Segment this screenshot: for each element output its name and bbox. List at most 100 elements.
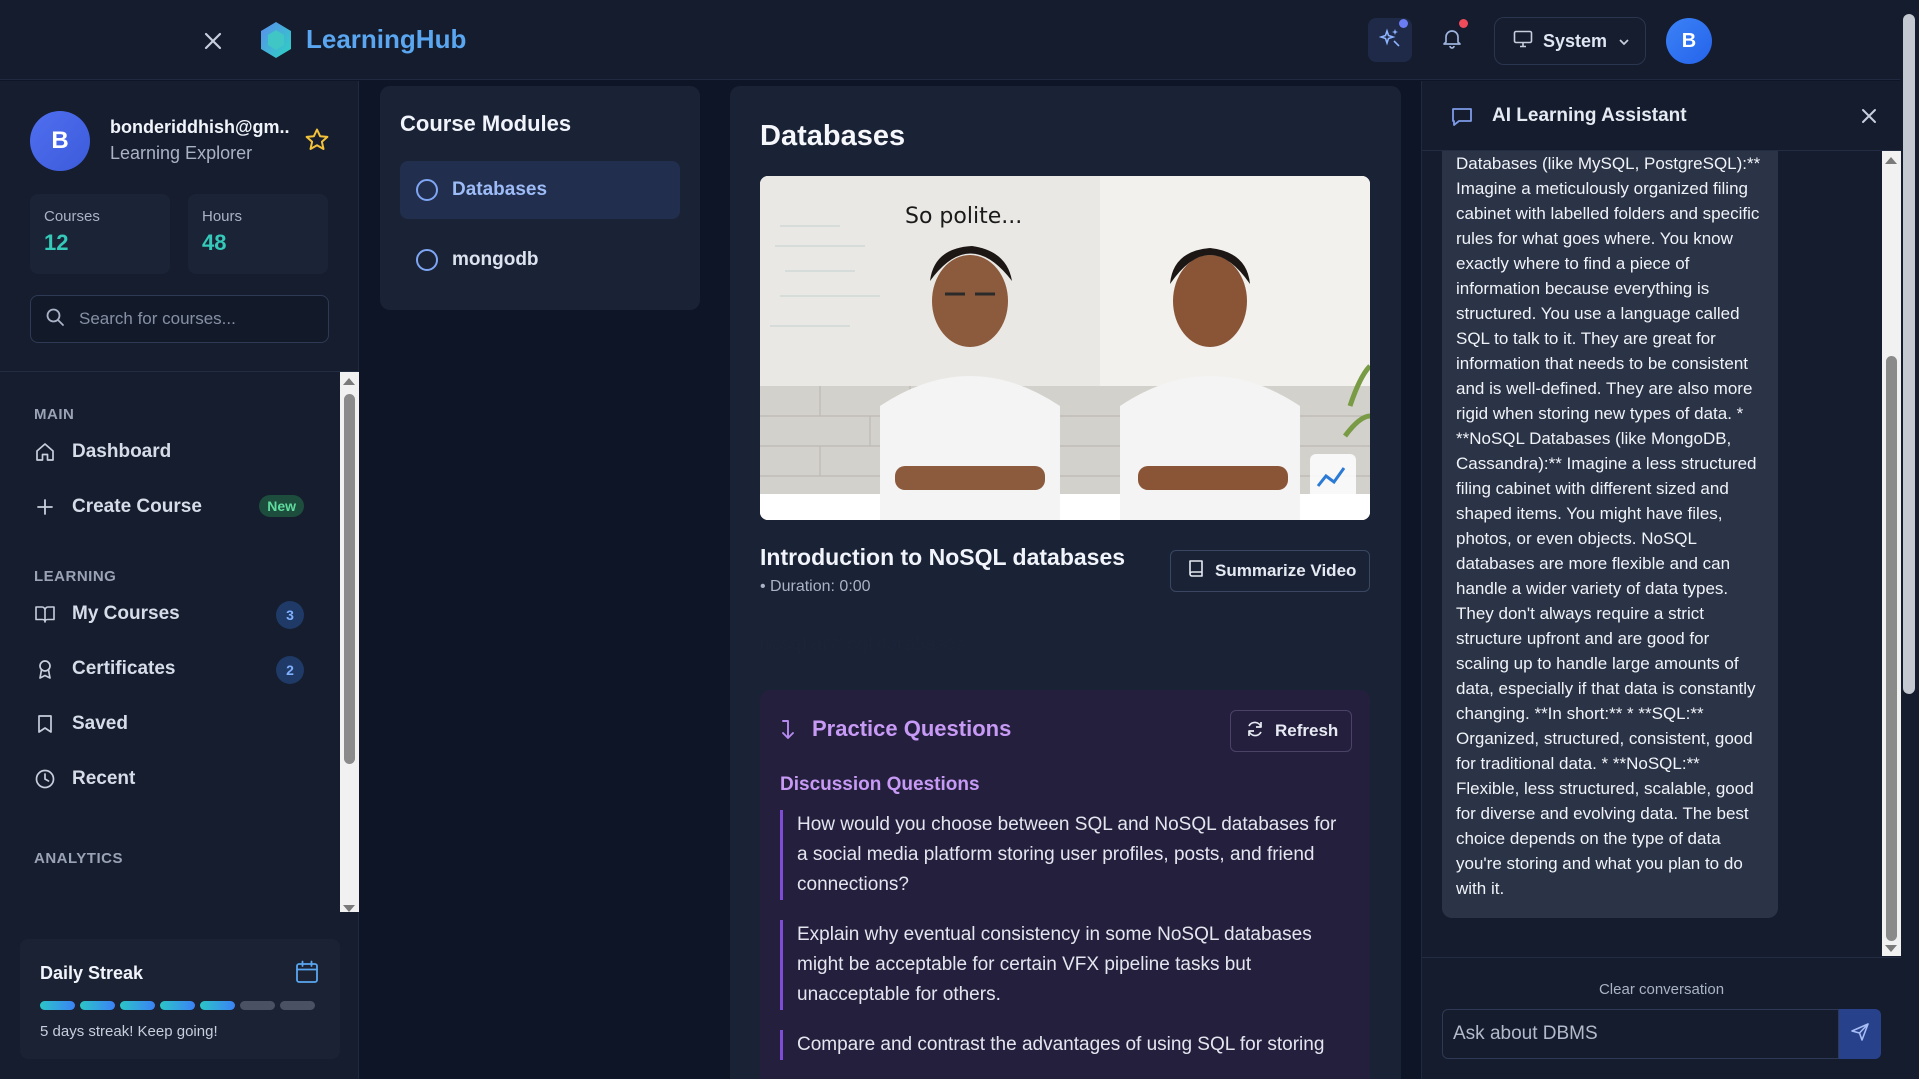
module-item-mongodb[interactable]: mongodb [400,231,680,289]
sidebar-item-label: Dashboard [72,441,172,462]
stat-courses: Courses 12 [30,194,170,274]
sidebar-item-my-courses[interactable]: My Courses 3 [34,594,304,634]
new-badge: New [259,495,304,517]
message-square-icon [1450,105,1474,134]
sidebar-item-label: Saved [72,713,128,734]
award-icon [34,658,56,680]
course-modules-panel: Course Modules Databases mongodb [380,86,700,310]
assistant-message-text: Databases (like MySQL, PostgreSQL):** Im… [1456,154,1761,898]
scroll-down-arrow-icon[interactable] [343,905,355,912]
discussion-title: Discussion Questions [780,774,980,795]
streak-day-bar [280,1001,315,1010]
ai-assistant-panel: AI Learning Assistant Databases (like My… [1421,81,1901,1079]
monitor-icon [1513,30,1533,53]
sidebar-nav: MAIN Dashboard Create Course New LEARNIN… [0,372,340,912]
assistant-title: AI Learning Assistant [1492,105,1687,126]
count-badge: 3 [276,601,304,629]
sidebar-item-label: Create Course [72,496,202,517]
page-scrollbar-thumb[interactable] [1903,14,1915,694]
notification-dot [1459,19,1468,28]
streak-day-bar [40,1001,75,1010]
book-open-icon [34,603,56,625]
sidebar-item-dashboard[interactable]: Dashboard [34,432,304,472]
search-input[interactable] [79,309,309,329]
video-description: nosql and sql databases [760,634,965,655]
theme-select[interactable]: System [1494,17,1646,65]
assistant-scrollbar-thumb[interactable] [1886,356,1897,941]
video-caption: So polite... [905,204,1023,229]
discussion-question: How would you choose between SQL and NoS… [780,810,1350,900]
bookmark-icon [34,713,56,735]
discussion-question: Explain why eventual consistency in some… [780,920,1350,1010]
practice-title: Practice Questions [812,716,1012,741]
search-box[interactable] [30,295,329,343]
daily-streak-card: Daily Streak 5 days streak! Keep going! [20,939,340,1059]
sidebar-item-create-course[interactable]: Create Course New [34,487,304,527]
clear-conversation-button[interactable]: Clear conversation [1422,981,1901,998]
summarize-video-button[interactable]: Summarize Video [1170,550,1370,592]
stat-label: Courses [44,208,100,225]
module-label: Databases [452,179,548,200]
count-badge: 2 [276,656,304,684]
streak-day-bar [240,1001,275,1010]
avatar[interactable]: B [1666,18,1712,64]
user-avatar: B [30,111,90,171]
assistant-message: Databases (like MySQL, PostgreSQL):** Im… [1442,151,1778,918]
scroll-down-arrow-icon[interactable] [1885,945,1897,952]
brand-name: LearningHub [306,24,467,54]
notification-dot [1399,19,1408,28]
video-duration: • Duration: 0:00 [760,578,871,595]
assistant-header: AI Learning Assistant [1422,81,1901,151]
stat-label: Hours [202,208,243,225]
send-button[interactable] [1839,1009,1881,1059]
user-email: bonderiddhish@gm... [110,117,290,137]
streak-day-bar [200,1001,235,1010]
top-header: LearningHub System B [0,0,1900,80]
refresh-button[interactable]: Refresh [1230,710,1352,752]
scroll-up-arrow-icon[interactable] [1885,157,1897,164]
streak-day-bar [160,1001,195,1010]
refresh-label: Refresh [1275,721,1339,740]
assistant-input[interactable] [1442,1009,1839,1059]
page-title: Databases [760,120,906,152]
discussion-question: Compare and contrast the advantages of u… [780,1030,1350,1060]
stat-value: 12 [44,230,69,255]
sidebar-item-label: Recent [72,768,136,789]
practice-questions-card: Practice Questions Refresh Discussion Qu… [760,690,1370,1079]
section-analytics: ANALYTICS [34,850,123,867]
sidebar-item-certificates[interactable]: Certificates 2 [34,649,304,689]
notifications-button[interactable] [1430,18,1474,62]
close-icon[interactable] [200,28,226,54]
scroll-up-arrow-icon[interactable] [343,378,355,385]
send-icon [1850,1022,1870,1047]
summarize-label: Summarize Video [1215,561,1357,580]
chevron-down-icon [1617,31,1631,52]
ai-sparkle-button[interactable] [1368,18,1412,62]
module-item-databases[interactable]: Databases [400,161,680,219]
section-main: MAIN [34,406,75,423]
star-icon[interactable] [304,127,330,153]
theme-label: System [1543,30,1608,51]
sidebar: B bonderiddhish@gm... Learning Explorer … [0,81,359,1079]
video-frame [760,176,1370,520]
calendar-icon [294,959,320,990]
sidebar-scrollbar-thumb[interactable] [344,394,355,764]
close-icon[interactable] [1858,105,1880,132]
logo-icon [259,21,293,59]
corner-arrow-icon [778,718,800,747]
section-learning: LEARNING [34,568,117,585]
bell-icon [1441,27,1463,54]
streak-title: Daily Streak [40,963,144,983]
sparkle-icon [1378,27,1401,54]
clock-icon [34,768,56,790]
sidebar-item-recent[interactable]: Recent [34,759,304,799]
module-label: mongodb [452,249,539,270]
book-icon [1187,559,1205,584]
circle-icon [416,179,438,201]
video-title: Introduction to NoSQL databases [760,544,1126,570]
plus-icon [34,496,56,518]
stat-hours: Hours 48 [188,194,328,274]
video-player[interactable]: So polite... [760,176,1370,520]
modules-title: Course Modules [400,111,572,136]
sidebar-item-saved[interactable]: Saved [34,704,304,744]
